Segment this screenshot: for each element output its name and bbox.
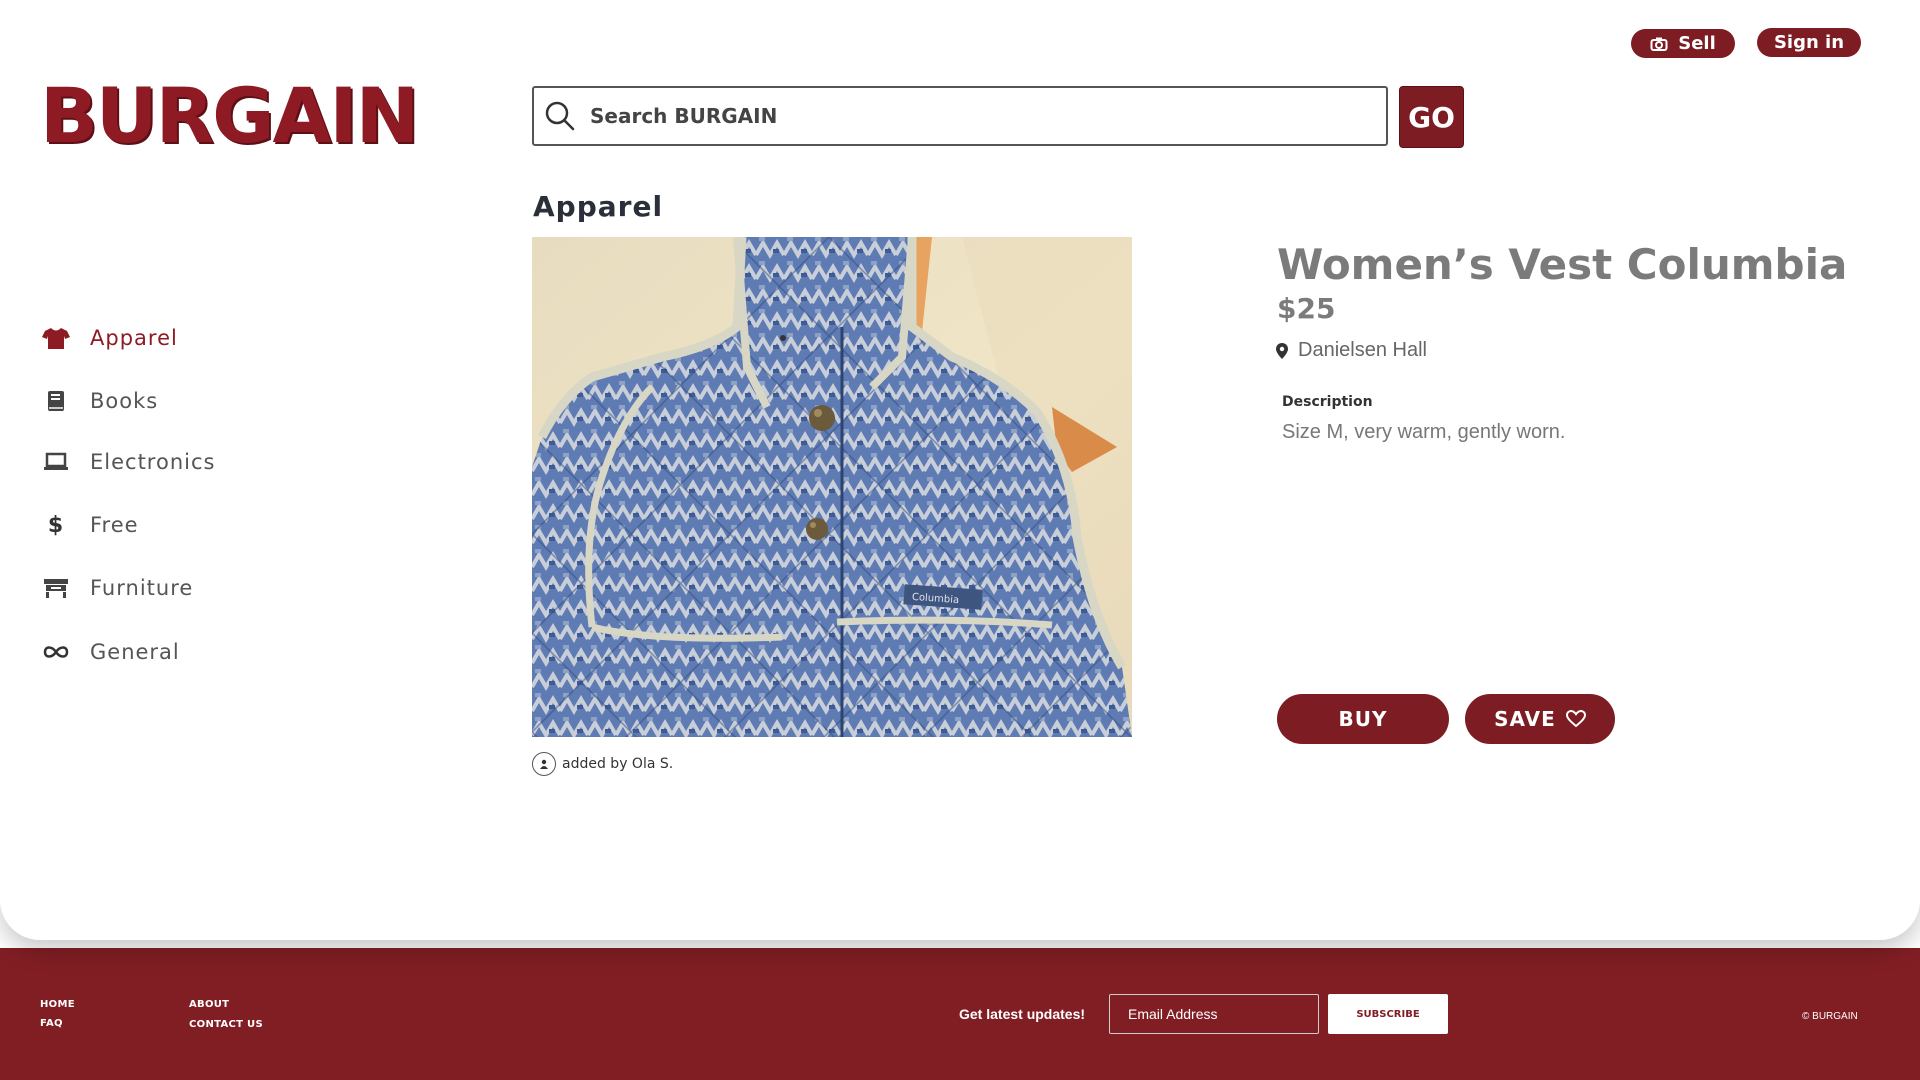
sidebar-item-label: Apparel bbox=[90, 326, 178, 350]
footer-link-faq[interactable]: FAQ bbox=[40, 1018, 63, 1029]
subscribe-button[interactable]: SUBSCRIBE bbox=[1328, 994, 1448, 1034]
go-button[interactable]: GO bbox=[1399, 86, 1464, 148]
sidebar-item-free[interactable]: $ Free bbox=[40, 509, 139, 541]
sell-label: Sell bbox=[1678, 33, 1716, 54]
buy-label: BUY bbox=[1338, 707, 1388, 731]
description-label: Description bbox=[1282, 394, 1373, 410]
camera-icon bbox=[1650, 37, 1668, 51]
location-text: Danielsen Hall bbox=[1298, 339, 1427, 361]
buy-button[interactable]: BUY bbox=[1277, 694, 1449, 744]
search-bar bbox=[532, 86, 1388, 146]
sidebar-item-books[interactable]: Books bbox=[40, 385, 158, 417]
description-text: Size M, very warm, gently worn. bbox=[1282, 421, 1566, 443]
email-field[interactable] bbox=[1109, 994, 1319, 1034]
avatar[interactable] bbox=[532, 752, 556, 776]
sign-in-label: Sign in bbox=[1773, 32, 1845, 53]
sidebar-item-label: Furniture bbox=[90, 576, 194, 600]
infinity-icon bbox=[40, 636, 72, 668]
copyright-text: © BURGAIN bbox=[1802, 1011, 1858, 1022]
sidebar-item-label: Books bbox=[90, 389, 159, 413]
sidebar-item-label: Free bbox=[90, 513, 139, 537]
newsletter-label: Get latest updates! bbox=[959, 1006, 1086, 1022]
sidebar-item-furniture[interactable]: Furniture bbox=[40, 572, 193, 604]
footer-link-about[interactable]: ABOUT bbox=[189, 999, 229, 1010]
laptop-icon bbox=[40, 446, 72, 478]
save-label: SAVE bbox=[1494, 707, 1556, 731]
category-heading: Apparel bbox=[533, 190, 664, 223]
product-location: Danielsen Hall bbox=[1276, 339, 1427, 362]
footer-link-home[interactable]: HOME bbox=[40, 999, 75, 1010]
save-button[interactable]: SAVE bbox=[1465, 694, 1615, 744]
location-pin-icon bbox=[1276, 342, 1288, 359]
product-photo[interactable]: Columbia bbox=[532, 237, 1132, 737]
sell-button[interactable]: Sell bbox=[1631, 29, 1735, 58]
sidebar-item-label: General bbox=[90, 640, 180, 664]
furniture-icon bbox=[40, 572, 72, 604]
sidebar-item-label: Electronics bbox=[90, 450, 216, 474]
heart-icon bbox=[1565, 710, 1586, 728]
product-price: $25 bbox=[1277, 292, 1336, 325]
book-icon bbox=[40, 385, 72, 417]
sign-in-button[interactable]: Sign in bbox=[1757, 28, 1861, 57]
main-page: BURGAIN Sell Sign in GO Apparel bbox=[0, 0, 1920, 940]
footer-link-contact-us[interactable]: CONTACT US bbox=[189, 1019, 263, 1030]
search-input[interactable] bbox=[588, 103, 1372, 129]
sidebar-item-apparel[interactable]: Apparel bbox=[40, 322, 178, 354]
sidebar-item-electronics[interactable]: Electronics bbox=[40, 446, 215, 478]
added-by-text: added by Ola S. bbox=[562, 756, 674, 772]
sidebar-item-general[interactable]: General bbox=[40, 636, 180, 668]
user-icon bbox=[540, 759, 548, 769]
footer: HOME FAQ ABOUT CONTACT US Get latest upd… bbox=[0, 948, 1920, 1080]
vest-image: Columbia bbox=[532, 237, 1132, 737]
dollar-icon: $ bbox=[47, 512, 65, 538]
seller-info: added by Ola S. bbox=[532, 752, 673, 776]
burgain-logo[interactable]: BURGAIN bbox=[40, 78, 419, 154]
shirt-icon bbox=[40, 322, 72, 354]
search-icon bbox=[545, 101, 575, 131]
product-title: Women’s Vest Columbia bbox=[1277, 240, 1848, 289]
